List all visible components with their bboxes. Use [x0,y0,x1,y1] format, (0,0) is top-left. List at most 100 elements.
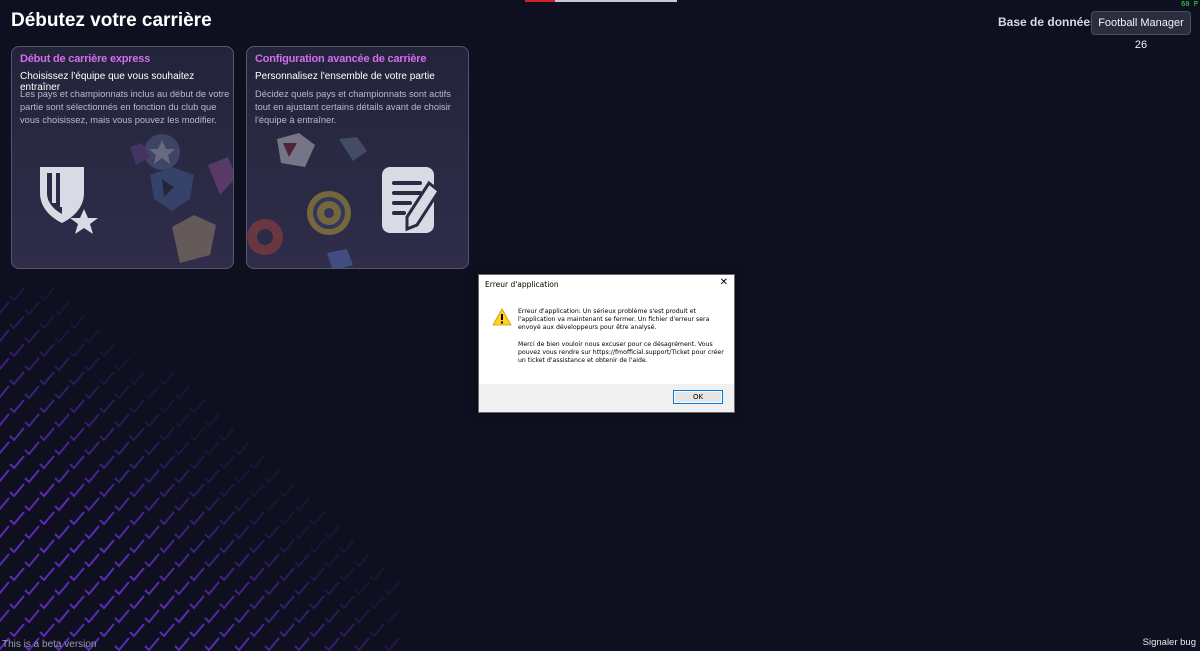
pattern-tick [0,553,10,567]
pattern-tick [99,567,115,582]
pattern-tick [264,609,280,624]
pattern-tick [24,497,40,512]
pattern-tick [54,441,70,456]
pattern-tick [369,623,385,638]
card-title: Configuration avancée de carrière [255,53,427,65]
pattern-tick [114,637,130,651]
pattern-tick [84,441,100,456]
pattern-tick [9,567,25,582]
pattern-tick [129,595,145,610]
pattern-tick [159,483,175,498]
express-career-card[interactable]: Début de carrière express Choisissez l'é… [11,46,234,269]
pattern-tick [84,553,100,568]
pattern-tick [234,469,250,484]
pattern-tick [144,385,160,400]
pattern-tick [39,427,55,442]
pattern-tick [84,329,100,344]
advanced-career-card[interactable]: Configuration avancée de carrière Person… [246,46,469,269]
pattern-tick [9,595,25,610]
pattern-tick [249,455,265,470]
pattern-tick [174,441,190,456]
warning-icon [492,308,512,326]
close-icon[interactable]: ✕ [720,277,728,288]
pattern-tick [384,581,400,596]
pattern-tick [219,623,235,638]
pattern-tick [69,539,85,554]
pattern-tick [294,581,310,596]
pattern-tick [129,511,145,526]
pattern-tick [204,553,220,568]
pattern-tick [39,343,55,358]
pattern-tick [324,609,340,624]
pattern-tick [39,539,55,554]
pattern-tick [9,427,25,442]
pattern-tick [9,511,25,526]
pattern-tick [54,329,70,344]
pattern-tick [234,525,250,540]
card-artwork [40,134,233,263]
pattern-tick [0,385,10,399]
pattern-tick [84,497,100,512]
pattern-tick [174,385,190,400]
pattern-tick [264,581,280,596]
pattern-tick [24,413,40,428]
card-subtitle: Personnalisez l'ensemble de votre partie [255,71,435,82]
pattern-tick [294,497,310,512]
pattern-tick [174,413,190,428]
pattern-tick [384,609,400,624]
card-artwork [247,133,441,268]
page-title: Débutez votre carrière [11,10,212,31]
pattern-tick [219,511,235,526]
pattern-tick [54,525,70,540]
pattern-tick [279,483,295,498]
pattern-tick [174,553,190,568]
pattern-tick [0,525,10,539]
pattern-tick [129,539,145,554]
pattern-tick [264,553,280,568]
database-label: Base de données : [998,15,1105,29]
pattern-tick [84,609,100,624]
pattern-tick [234,637,250,651]
pattern-tick [9,623,25,638]
report-bug-link[interactable]: Signaler bug [1143,637,1196,648]
pattern-tick [39,595,55,610]
ok-button[interactable]: OK [673,390,723,404]
pattern-tick [84,581,100,596]
pattern-tick [69,343,85,358]
pattern-tick [249,567,265,582]
pattern-tick [114,469,130,484]
pattern-tick [9,287,25,302]
pattern-tick [114,385,130,400]
pattern-tick [0,357,10,371]
pattern-tick [189,427,205,442]
pattern-tick [309,539,325,554]
pattern-tick [99,595,115,610]
database-select[interactable]: Football Manager 26 [1091,11,1191,51]
pattern-tick [324,581,340,596]
pattern-tick [294,609,310,624]
pattern-tick [99,511,115,526]
pattern-tick [159,455,175,470]
pattern-tick [279,567,295,582]
pattern-tick [54,385,70,400]
pattern-tick [249,483,265,498]
pattern-tick [9,315,25,330]
pattern-tick [114,525,130,540]
pattern-tick [9,539,25,554]
pattern-tick [9,399,25,414]
pattern-tick [114,413,130,428]
beta-notice: This is a beta version [2,639,97,650]
pattern-tick [114,581,130,596]
pattern-tick [384,637,400,651]
pattern-tick [99,399,115,414]
pattern-tick [264,497,280,512]
pattern-tick [144,441,160,456]
pattern-tick [39,371,55,386]
pattern-tick [354,581,370,596]
pattern-tick [99,483,115,498]
pattern-tick [339,595,355,610]
pattern-tick [159,371,175,386]
pattern-tick [69,483,85,498]
card-description: Les pays et championnats inclus au début… [20,89,230,126]
pattern-tick [174,609,190,624]
